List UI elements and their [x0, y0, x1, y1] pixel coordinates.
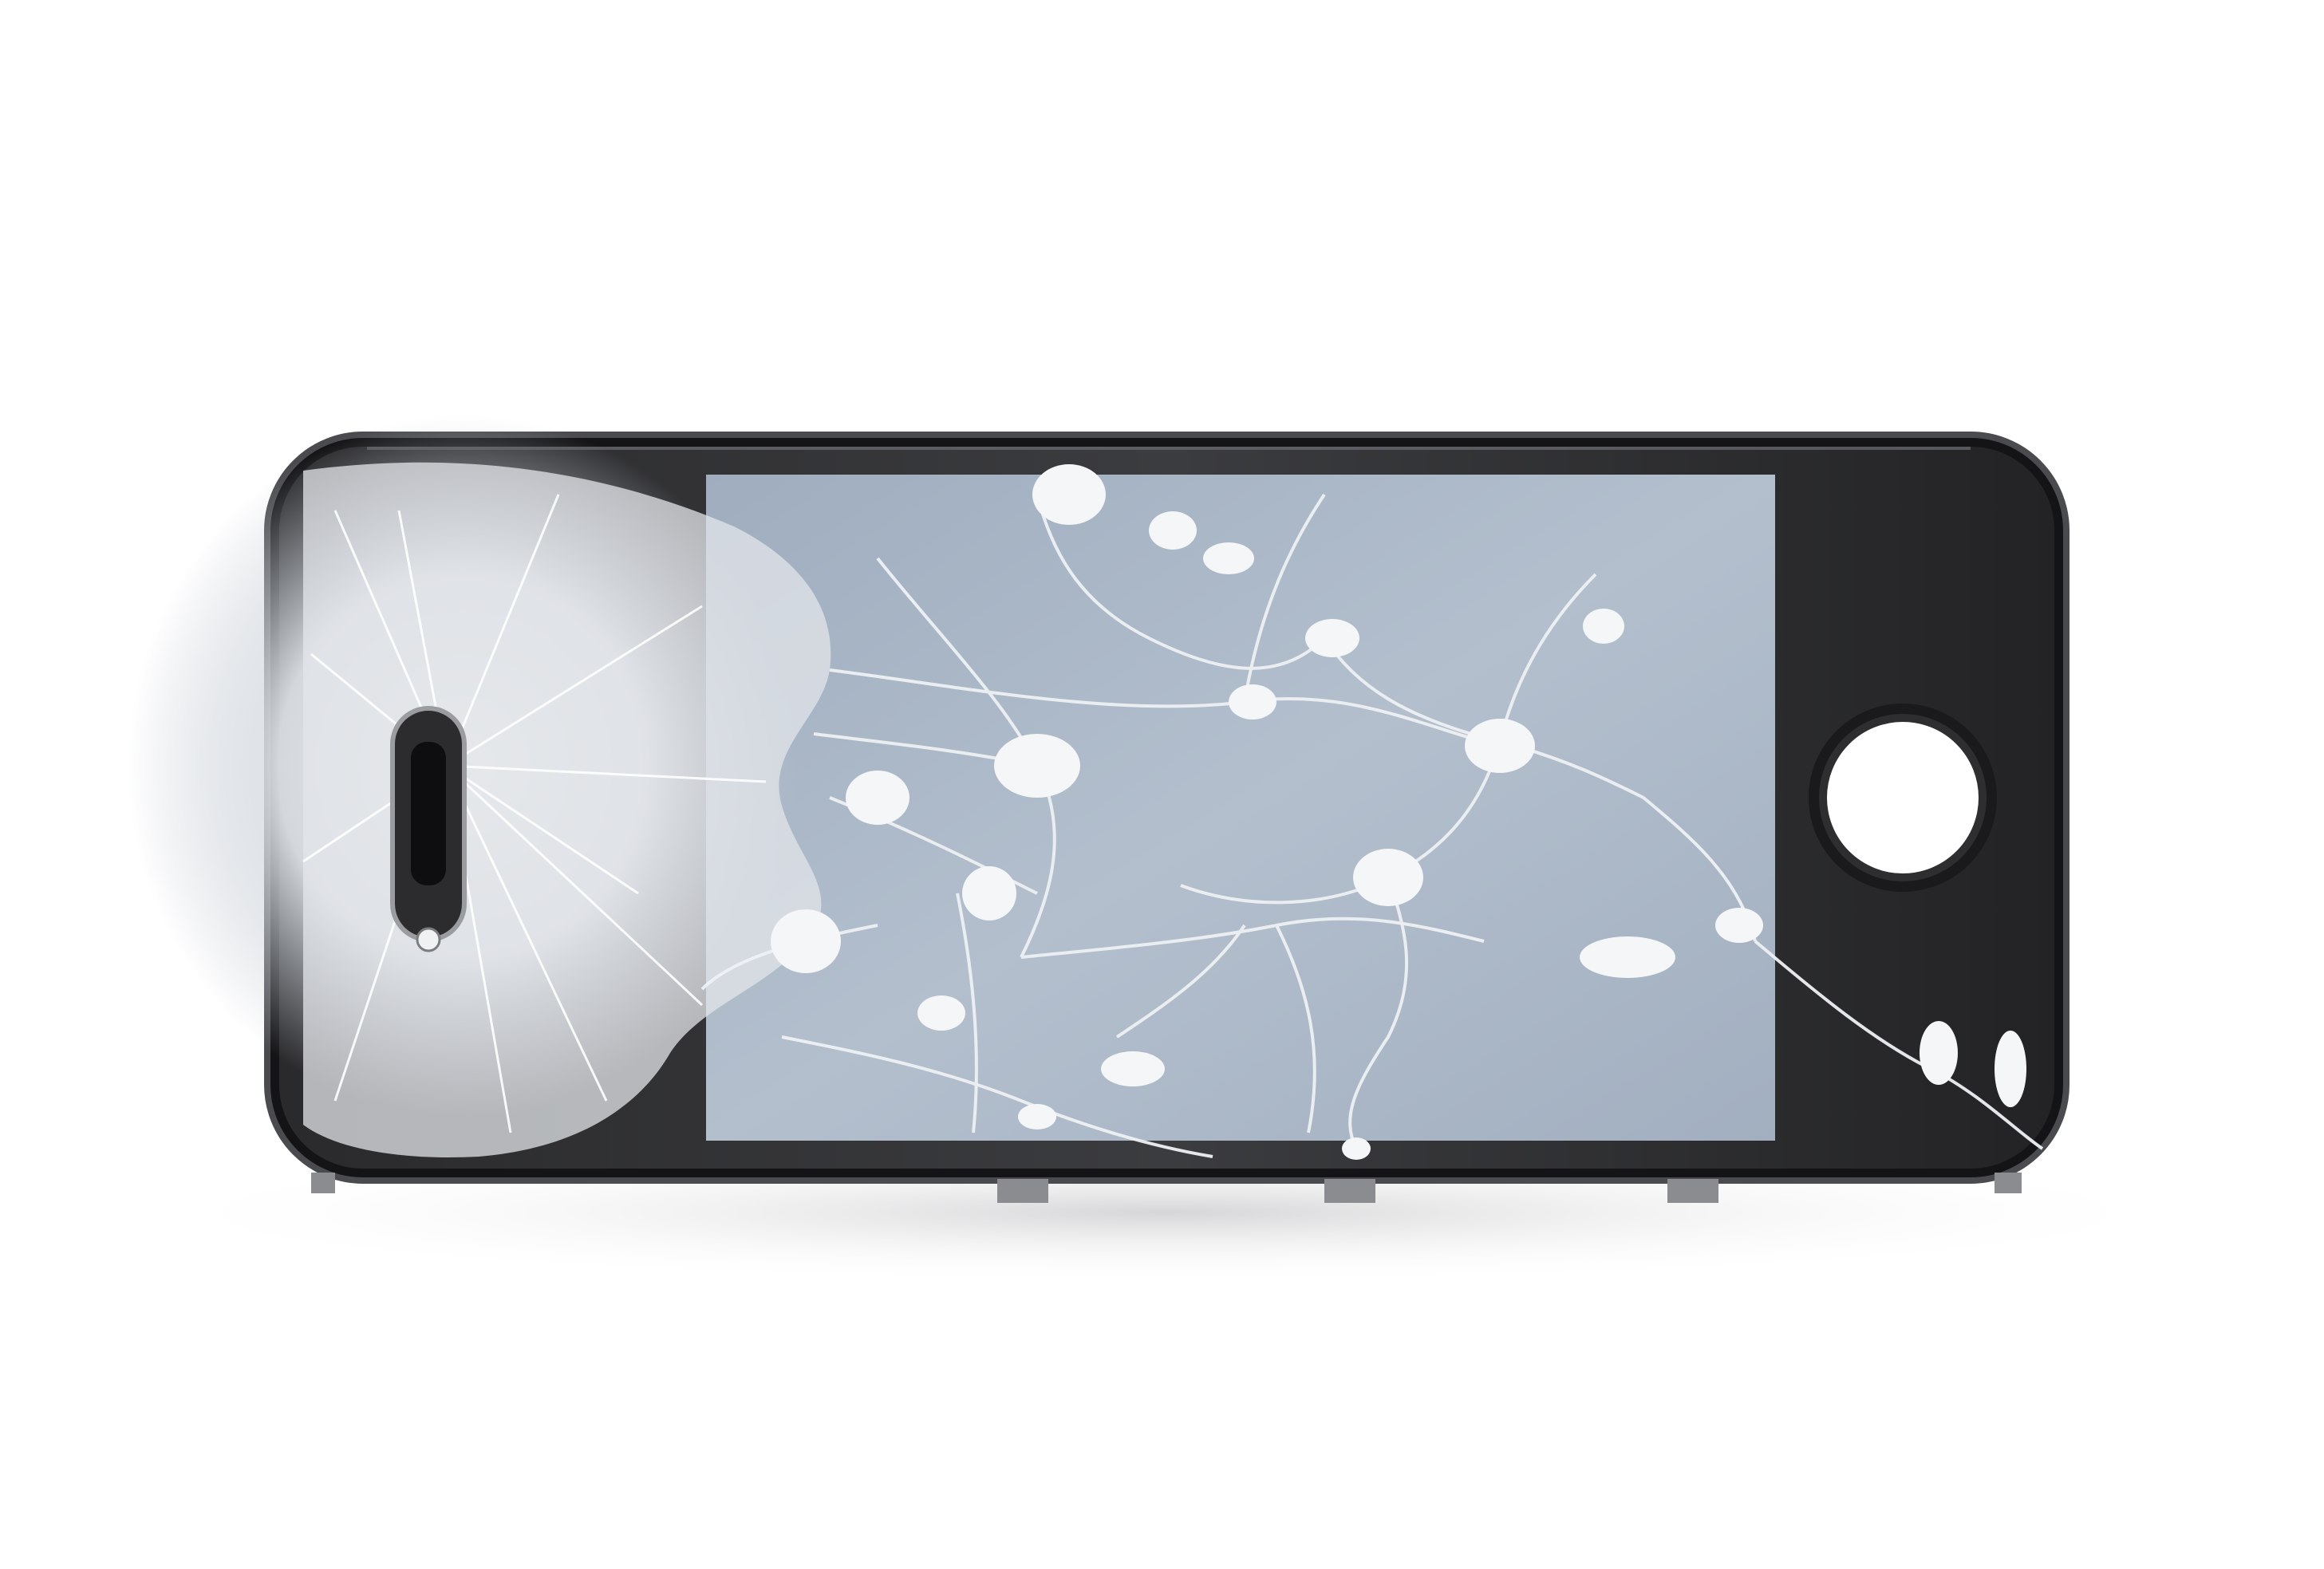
front-camera-icon — [416, 927, 441, 952]
home-button-icon — [1809, 704, 1997, 892]
photo-scene — [112, 415, 2218, 1284]
earpiece-speaker-icon — [390, 706, 467, 942]
